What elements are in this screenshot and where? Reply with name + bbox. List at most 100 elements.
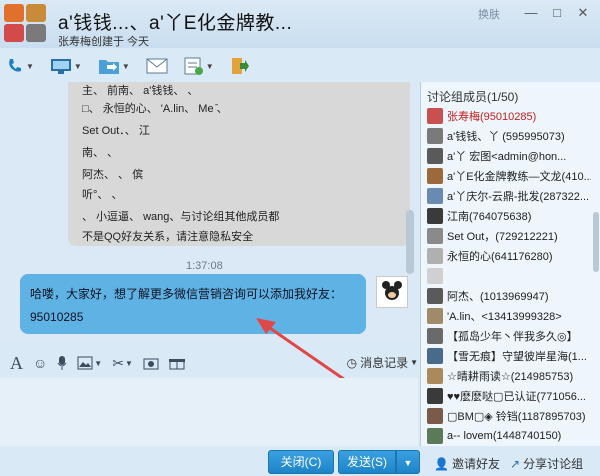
app-tool[interactable]: ▼ [184,57,214,75]
minimize-button[interactable]: — [520,4,542,22]
member-list-item[interactable]: 永恒的心(641176280) [421,246,591,266]
screenshot-icon[interactable] [143,356,159,370]
member-name: ☆晴耕雨读☆(214985753) [447,371,574,383]
notice-line: 主、 前南、 a'钱钱、 、 [82,85,199,97]
member-list-item[interactable]: ♥♥麽麽哒▢已认证(771056... [421,386,591,406]
share-group-link[interactable]: ↗ 分享讨论组 [510,455,583,472]
chevron-down-icon: ▼ [403,458,413,468]
member-avatar [427,268,443,284]
font-icon[interactable]: A [10,353,23,374]
member-list-item[interactable]: 'A.lin、<13413999328> [421,306,591,326]
member-avatar [427,208,443,224]
member-avatar [427,348,443,364]
notice-line: 、 小逗逼、 wang、与讨论组其他成员都 [82,211,280,223]
member-list-item[interactable]: 阿杰、(1013969947) [421,286,591,306]
screen-tool[interactable]: ▼ [50,57,82,75]
notice-line: 南、 、 [82,147,119,159]
member-list-item[interactable]: a'丫 宏图<admin@hon... [421,146,591,166]
member-avatar [427,308,443,324]
clock-icon: ◷ [346,355,358,370]
app-icon [184,57,203,75]
close-button[interactable]: 关闭(C) [268,450,334,474]
member-list-item[interactable]: 【雪无痕】守望彼岸星海(1... [421,346,591,366]
member-list-item[interactable]: a'丫E化金牌教练—文龙(410... [421,166,591,186]
message-input[interactable] [0,378,418,446]
call-tool[interactable]: ▼ [6,57,34,75]
image-icon[interactable]: ▼ [77,356,102,370]
chevron-down-icon[interactable]: ▼ [122,62,130,71]
member-list-item[interactable]: 江南(764075638) [421,206,591,226]
mail-icon [146,58,168,74]
member-avatar [427,148,443,164]
member-list-item[interactable]: ▢BM▢◈ 铃铛(1187895703) [421,406,591,426]
member-avatar [26,24,46,42]
gift-icon[interactable] [168,356,185,370]
file-transfer-icon [98,60,119,74]
avatar-icon [382,281,402,300]
history-label: 消息记录 [360,356,409,370]
message-area[interactable]: 主、 前南、 a'钱钱、 、 □、 永恒的心、 'A.lin、 Me ̄、 Se… [0,82,416,342]
share-label: 分享讨论组 [523,457,584,471]
member-name: a'丫庆尔-云鼎-批发(287322... [447,191,590,203]
mail-tool[interactable] [146,58,168,74]
member-list-item[interactable]: a'丫庆尔-云鼎-批发(287322... [421,186,591,206]
scissors-icon[interactable]: ✂ ▼ [112,355,133,372]
member-avatar [427,288,443,304]
microphone-icon[interactable] [57,355,67,371]
chevron-down-icon[interactable]: ▼ [74,62,82,71]
member-list-item[interactable]: a-- lovem(1448740150) [421,426,591,446]
member-scrollbar[interactable] [593,212,599,272]
member-name: 【雪无痕】守望彼岸星海(1... [447,351,587,363]
group-title[interactable]: a'钱钱...、a'丫E化金牌教... [58,8,292,35]
chat-scrollbar[interactable] [406,210,414,274]
member-name: 永恒的心(641176280) [447,251,553,263]
theme-link[interactable]: 换肤 [478,6,500,22]
member-list-item[interactable]: Set Out，(729212221) [421,226,591,246]
notice-line: 听°、 、 [82,189,123,201]
group-avatar[interactable] [4,4,48,44]
chevron-down-icon: ▼ [410,358,418,367]
member-name: 【孤岛少年丶伴我多久◎】 [447,331,578,343]
input-toolbar: A ☺ ▼ ✂ ▼ ◷ 消息记录 ▼ [0,348,418,378]
title-bar: a'钱钱...、a'丫E化金牌教... 张寿梅创建于 今天 换肤 — □ ✕ [0,0,600,48]
member-list-item[interactable]: 【孤岛少年丶伴我多久◎】 [421,326,591,346]
member-avatar [4,4,24,22]
maximize-button[interactable]: □ [546,4,568,22]
member-list-item[interactable] [421,266,591,286]
member-list-item[interactable]: 张寿梅(95010285) [421,106,591,126]
emoji-icon[interactable]: ☺ [33,355,47,371]
member-name: Set Out，(729212221) [447,231,558,243]
exit-tool[interactable] [230,57,250,75]
member-avatar [4,24,24,42]
chevron-down-icon[interactable]: ▼ [26,62,34,71]
user-add-icon: 👤 [434,456,449,471]
member-name: ♥♥麽麽哒▢已认证(771056... [447,391,586,403]
member-avatar [427,168,443,184]
exit-icon [231,58,249,74]
member-list-item[interactable]: ☆晴耕雨读☆(214985753) [421,366,591,386]
message-bubble[interactable]: 哈喽，大家好，想了解更多微信营销咨询可以添加我好友： 95010285 [20,274,366,334]
member-count-header: 讨论组成员(1/50) [427,90,519,104]
close-window-button[interactable]: ✕ [572,4,594,22]
history-button[interactable]: ◷ 消息记录 ▼ [347,354,418,371]
member-avatar [26,4,46,22]
send-button[interactable]: 发送(S) [338,450,396,474]
member-avatar [427,248,443,264]
file-tool[interactable]: ▼ [98,57,130,75]
member-avatar [427,228,443,244]
sender-avatar[interactable] [376,276,408,308]
notice-line: 不是QQ好友关系，请注意隐私安全 [82,231,254,243]
bottom-bar: 关闭(C) 发送(S) ▼ 👤 邀请好友 ↗ 分享讨论组 [0,446,600,476]
member-list-item[interactable]: a'钱钱、丫 (595995073) [421,126,591,146]
chevron-down-icon[interactable]: ▼ [206,62,214,71]
member-name: ▢BM▢◈ 铃铛(1187895703) [447,411,586,423]
invite-friends-link[interactable]: 👤 邀请好友 [434,455,500,472]
send-options-button[interactable]: ▼ [396,450,420,474]
notice-line: Set Out．、 江 [82,125,150,137]
toolbar: ▼ ▼ ▼ ▼ [0,50,600,82]
member-name: a'丫 宏图<admin@hon... [447,151,567,163]
notice-line: 阿杰、 、 傧 [82,169,144,181]
message-timestamp: 1:37:08 [186,260,223,272]
member-avatar [427,368,443,384]
privacy-notice: 主、 前南、 a'钱钱、 、 □、 永恒的心、 'A.lin、 Me ̄、 Se… [68,82,410,246]
